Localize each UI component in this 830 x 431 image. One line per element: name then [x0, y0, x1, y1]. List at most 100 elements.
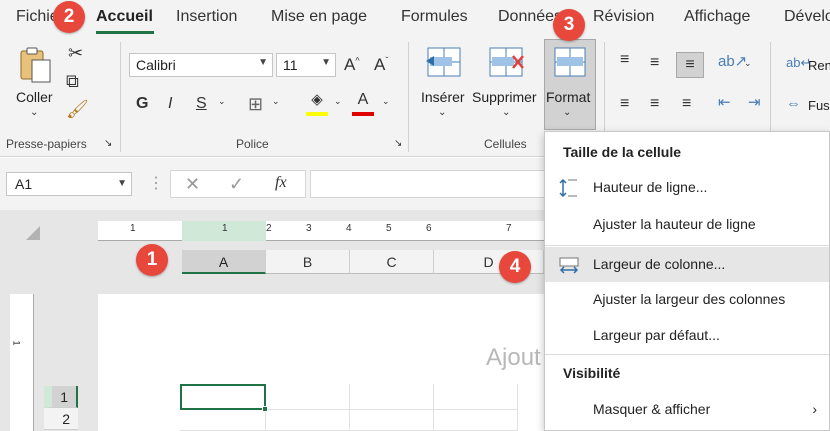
format-cells-icon[interactable] — [552, 46, 588, 82]
format-painter-icon[interactable]: 🖌 — [66, 100, 89, 118]
tab-insertion[interactable]: Insertion — [176, 8, 237, 26]
page-header-placeholder[interactable]: Ajout — [486, 344, 541, 372]
menu-item-autofit-row-height[interactable]: Ajuster la hauteur de ligne — [545, 207, 829, 242]
copy-icon[interactable]: ⧉ — [66, 72, 79, 90]
chevron-down-icon[interactable]: ⌄ — [334, 97, 342, 106]
align-middle-icon[interactable]: ≡ — [650, 55, 659, 71]
chevron-down-icon[interactable]: ⌄ — [382, 97, 390, 106]
align-top-icon[interactable]: ≡ — [620, 52, 629, 68]
row-header-1[interactable]: 1 — [44, 386, 78, 408]
underline-button[interactable]: S — [196, 96, 207, 112]
chevron-down-icon[interactable]: ⌄ — [744, 59, 752, 68]
tab-revision[interactable]: Révision — [593, 8, 654, 26]
cell[interactable] — [434, 384, 518, 410]
cell[interactable] — [266, 384, 350, 410]
select-all-icon[interactable] — [26, 226, 40, 240]
name-box[interactable]: A1 ▼ — [6, 172, 132, 196]
vertical-ruler: 1 — [10, 294, 34, 431]
borders-icon[interactable]: ⊞ — [248, 95, 263, 113]
name-box-value: A1 — [15, 176, 33, 192]
insert-button[interactable]: Insérer — [421, 89, 465, 105]
delete-cells-icon[interactable] — [486, 46, 526, 82]
menu-section-visibility: Visibilité — [563, 365, 621, 381]
menu-item-column-width[interactable]: Largeur de colonne... — [545, 247, 829, 282]
menu-item-label: Ajuster la largeur des colonnes — [593, 291, 786, 307]
tab-developpeur[interactable]: Dévelo — [784, 8, 830, 26]
menu-item-row-height[interactable]: Hauteur de ligne... — [545, 170, 829, 205]
insert-cells-icon[interactable] — [424, 46, 464, 82]
grow-font-icon[interactable]: A^ — [344, 56, 360, 73]
insert-function-icon[interactable]: fx — [275, 175, 287, 191]
chevron-down-icon: ▼ — [117, 178, 127, 189]
menu-item-label: Ajuster la hauteur de ligne — [593, 216, 756, 232]
chevron-right-icon: › — [812, 401, 817, 417]
align-center-icon[interactable]: ≡ — [650, 96, 659, 112]
formula-buttons: ✕ ✓ fx — [170, 170, 306, 198]
clipboard-launcher-icon[interactable]: ↘ — [104, 139, 112, 149]
shrink-font-icon[interactable]: Aˇ — [374, 56, 388, 73]
cell[interactable] — [180, 410, 266, 431]
align-bottom-icon[interactable]: ≡ — [676, 52, 704, 78]
group-separator — [120, 42, 121, 152]
align-right-icon[interactable]: ≡ — [682, 96, 691, 112]
ruler-number: 3 — [306, 223, 312, 234]
chevron-down-icon[interactable]: ⌄ — [502, 108, 510, 118]
ruler-number: 1 — [130, 223, 136, 234]
menu-section-cell-size: Taille de la cellule — [563, 144, 682, 160]
menu-item-default-width[interactable]: Largeur par défaut... — [545, 318, 829, 353]
cut-icon[interactable]: ✂ — [68, 44, 83, 62]
tab-formules[interactable]: Formules — [401, 8, 468, 26]
font-launcher-icon[interactable]: ↘ — [394, 139, 402, 149]
cancel-icon[interactable]: ✕ — [185, 175, 200, 193]
wrap-text-label[interactable]: Ren — [808, 58, 830, 73]
ruler-number: 7 — [506, 223, 512, 234]
menu-item-hide-unhide[interactable]: Masquer & afficher › — [545, 392, 829, 427]
column-header-a[interactable]: A — [182, 250, 266, 274]
menu-separator — [545, 354, 829, 355]
increase-indent-icon[interactable]: ⇥ — [748, 95, 761, 110]
chevron-down-icon[interactable]: ⌄ — [272, 97, 280, 106]
menu-item-label: Masquer & afficher — [593, 401, 711, 417]
menu-separator — [545, 245, 829, 246]
tab-accueil[interactable]: Accueil — [96, 8, 153, 26]
active-cell-a1[interactable] — [180, 384, 268, 412]
paste-button[interactable]: Coller — [16, 89, 53, 105]
font-name-select[interactable]: Calibri ▼ — [129, 53, 273, 77]
chevron-down-icon: ▼ — [258, 57, 268, 68]
format-button-label: Format — [546, 89, 591, 105]
column-header-c[interactable]: C — [350, 250, 434, 274]
italic-button[interactable]: I — [168, 96, 172, 112]
tab-mise-en-page[interactable]: Mise en page — [271, 8, 367, 26]
font-color-icon[interactable]: A — [352, 92, 374, 116]
font-size-select[interactable]: 11 ▼ — [276, 53, 336, 77]
format-dropdown-menu: Taille de la cellule Hauteur de ligne...… — [544, 131, 830, 431]
bold-button[interactable]: G — [136, 96, 148, 112]
cell[interactable] — [350, 410, 434, 431]
paste-dropdown-chevron-icon[interactable]: ⌄ — [30, 108, 38, 118]
fill-color-icon[interactable]: ◈ — [306, 92, 328, 116]
cell[interactable] — [266, 410, 350, 431]
chevron-down-icon[interactable]: ⌄ — [438, 108, 446, 118]
step-badge-3: 3 — [553, 9, 585, 41]
cell[interactable] — [434, 410, 518, 431]
chevron-down-icon[interactable]: ⌄ — [218, 97, 226, 106]
column-width-icon — [559, 257, 579, 274]
decrease-indent-icon[interactable]: ⇤ — [718, 95, 731, 110]
menu-item-autofit-column-width[interactable]: Ajuster la largeur des colonnes — [545, 282, 829, 317]
menu-item-label: Hauteur de ligne... — [593, 179, 708, 195]
merge-cells-icon[interactable]: ⇔ — [786, 96, 801, 111]
paste-icon[interactable] — [18, 46, 54, 83]
row-header-2[interactable]: 2 — [44, 408, 78, 430]
orientation-icon[interactable]: ab↗ — [718, 54, 747, 69]
ribbon-tab-bar: Fichier Accueil Insertion Mise en page F… — [0, 0, 830, 36]
tab-affichage[interactable]: Affichage — [684, 8, 750, 26]
delete-button[interactable]: Supprimer — [472, 89, 537, 105]
menu-item-label: Largeur par défaut... — [593, 327, 720, 343]
column-header-b[interactable]: B — [266, 250, 350, 274]
cell[interactable] — [350, 384, 434, 410]
group-separator — [408, 42, 409, 152]
ruler-number: 4 — [346, 223, 352, 234]
merge-cells-label[interactable]: Fus — [808, 98, 830, 113]
align-left-icon[interactable]: ≡ — [620, 96, 629, 112]
enter-icon[interactable]: ✓ — [229, 175, 244, 193]
